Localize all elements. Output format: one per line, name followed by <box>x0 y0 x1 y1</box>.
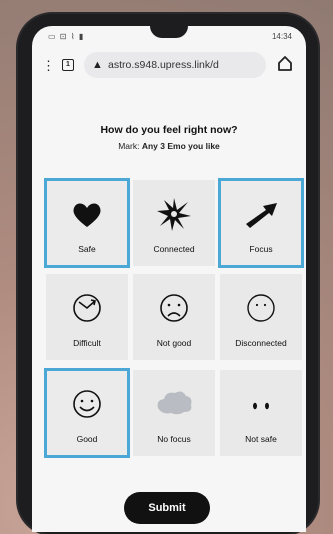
status-time: 14:34 <box>271 32 292 41</box>
eyes-icon <box>253 402 269 410</box>
neutral-face-icon <box>247 294 275 322</box>
emotion-cell-not-safe[interactable]: Not safe <box>220 370 302 456</box>
cell-label: Not safe <box>245 434 277 444</box>
arrow-icon <box>246 203 277 228</box>
browser-toolbar: ⋮ 1 ▲ astro.s948.upress.link/d <box>32 48 306 82</box>
emotion-cell-not-good[interactable]: Not good <box>133 274 215 360</box>
warning-icon: ▲ <box>92 59 103 71</box>
cell-label: Connected <box>153 244 195 254</box>
cell-label: Good <box>76 434 98 444</box>
emotion-cell-connected[interactable]: Connected <box>133 180 215 266</box>
sad-face-icon <box>160 294 188 322</box>
star-burst-icon <box>157 198 191 231</box>
cell-label: Not good <box>156 338 192 348</box>
tab-switcher-icon[interactable]: 1 <box>62 59 74 71</box>
cloud-icon <box>157 391 192 415</box>
cell-label: Disconnected <box>235 338 287 348</box>
url-text: astro.s948.upress.link/d <box>108 59 219 71</box>
status-icons: ▭ ⊡ ⌇ ▮ <box>48 32 85 41</box>
page-subtitle: Mark: Any 3 Emo you like <box>32 141 306 151</box>
page-title: How do you feel right now? <box>100 124 238 136</box>
emotion-cell-focus[interactable]: Focus <box>218 178 304 268</box>
mark-text: Any 3 Emo you like <box>141 141 220 151</box>
emotion-cell-disconnected[interactable]: Disconnected <box>220 274 302 360</box>
cell-label: No focus <box>157 434 191 444</box>
address-bar[interactable]: ▲ astro.s948.upress.link/d <box>84 52 266 78</box>
emotion-grid: Safe Connected Focus Difficult Not good … <box>44 178 304 461</box>
clock-face-icon <box>73 294 101 322</box>
emotion-cell-good[interactable]: Good <box>44 368 130 458</box>
cell-label: Difficult <box>73 338 101 348</box>
emotion-cell-no-focus[interactable]: No focus <box>133 370 215 456</box>
heart-icon <box>73 203 101 227</box>
home-icon[interactable] <box>276 54 294 74</box>
camera-notch <box>150 26 188 38</box>
phone-screen: ▭ ⊡ ⌇ ▮ 14:34 ⋮ 1 ▲ astro.s948.upress.li… <box>32 26 306 532</box>
more-menu-icon[interactable]: ⋮ <box>42 58 55 74</box>
cell-label: Focus <box>249 244 273 254</box>
emotion-cell-safe[interactable]: Safe <box>44 178 130 268</box>
submit-button[interactable]: Submit <box>124 492 210 524</box>
cell-label: Safe <box>78 244 96 254</box>
smile-face-icon <box>73 390 101 418</box>
emotion-cell-difficult[interactable]: Difficult <box>46 274 128 360</box>
mark-prefix: Mark: <box>118 141 140 151</box>
